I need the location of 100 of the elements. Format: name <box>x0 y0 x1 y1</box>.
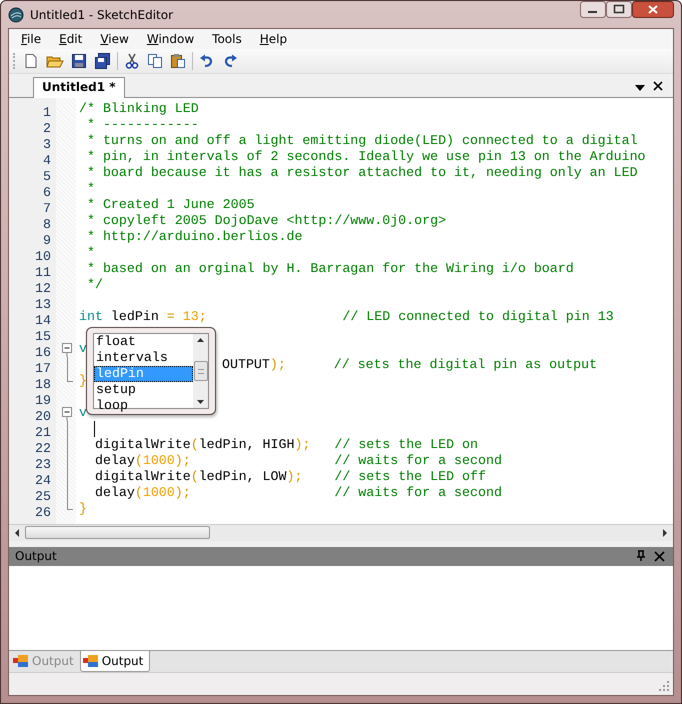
redo-icon[interactable] <box>222 52 238 69</box>
scrollbar[interactable] <box>193 334 208 408</box>
menu-item[interactable]: Edit <box>51 32 90 46</box>
line-number: 20 <box>35 408 51 424</box>
line-number: 2 <box>43 120 51 136</box>
menu-item[interactable]: Tools <box>204 32 250 46</box>
code-token: * ------------ <box>86 116 199 132</box>
line-number: 15 <box>35 328 51 344</box>
undo-icon[interactable] <box>199 52 215 69</box>
code-token: // sets the LED off <box>333 468 486 484</box>
line-number: 24 <box>35 472 51 488</box>
line-number: 4 <box>43 152 51 168</box>
line-number: 17 <box>35 360 51 376</box>
code-token: ); <box>174 484 191 500</box>
line-number: 11 <box>35 264 51 280</box>
minimize-button[interactable] <box>580 1 606 18</box>
code-token: ledPin, LOW <box>198 468 286 484</box>
code-token: ); <box>174 452 191 468</box>
code-token: * copyleft 2005 DojoDave <http://www.0j0.org> <box>86 212 446 228</box>
code-token: * Created 1 June 2005 <box>86 196 255 212</box>
code-token: } <box>79 372 87 388</box>
menu-item[interactable]: Help <box>252 32 296 46</box>
code-token: 1000 <box>142 452 175 468</box>
code-token: * pin, in intervals of 2 seconds. Ideally we use pin 13 on the Arduino <box>86 148 646 164</box>
code-token: ledPin, HIGH <box>198 436 294 452</box>
line-number: 22 <box>35 440 51 456</box>
line-number: 16 <box>35 344 51 360</box>
code-token: // sets the LED on <box>333 436 478 452</box>
code-token: * http://arduino.berlios.de <box>86 228 302 244</box>
code-token: v <box>79 340 87 356</box>
scroll-down-icon[interactable] <box>197 400 204 404</box>
code-token: int <box>79 308 103 324</box>
code-token: ; <box>198 308 207 324</box>
code-token: ( <box>190 436 199 452</box>
code-token: ); <box>286 468 302 484</box>
line-number: 26 <box>35 504 51 520</box>
code-token: ); <box>270 356 286 372</box>
cut-icon[interactable] <box>124 52 140 69</box>
code-token: * based on an orginal by H. Barragan for the Wiring i/o board <box>86 260 574 276</box>
line-number: 8 <box>43 216 51 232</box>
code-token: * turns on and off a light emitting diode(LED) connected to a digital <box>86 132 638 148</box>
save-icon[interactable] <box>71 52 87 69</box>
paste-icon[interactable] <box>170 52 186 69</box>
menu-item[interactable]: View <box>92 32 137 46</box>
dropdown-icon[interactable] <box>635 84 645 91</box>
completion-item[interactable]: loop <box>94 398 193 414</box>
code-token: = <box>166 308 175 324</box>
code-token: delay <box>94 452 135 468</box>
completion-item[interactable]: intervals <box>94 350 193 366</box>
line-number: 21 <box>35 424 51 440</box>
scroll-left-icon[interactable] <box>15 528 19 537</box>
code-token: delay <box>94 484 135 500</box>
scroll-right-icon[interactable] <box>663 528 667 537</box>
copy-icon[interactable] <box>147 52 163 69</box>
line-number: 13 <box>35 296 51 312</box>
scroll-up-icon[interactable] <box>197 338 204 342</box>
code-token: digitalWrite <box>94 436 191 452</box>
code-token: ); <box>294 436 310 452</box>
code-token: OUTPUT <box>222 356 270 372</box>
window-title: Untitled1 - SketchEditor <box>30 8 174 22</box>
close-button[interactable] <box>632 1 674 18</box>
completion-item[interactable]: float <box>94 334 193 350</box>
panel-icon <box>82 654 99 668</box>
line-number: 6 <box>43 184 51 200</box>
document-tab[interactable]: Untitled1 * <box>33 76 125 98</box>
collapse-icon[interactable] <box>62 340 73 357</box>
maximize-button[interactable] <box>606 1 632 18</box>
code-token: 13 <box>182 308 199 324</box>
collapse-icon[interactable] <box>62 404 73 421</box>
code-token: ( <box>134 452 143 468</box>
code-token: } <box>79 500 87 516</box>
line-number: 1 <box>43 104 51 120</box>
code-token: // waits for a second <box>333 484 502 500</box>
code-token: * <box>86 180 95 196</box>
app-icon <box>8 6 24 22</box>
panel-icon <box>13 654 29 668</box>
line-number: 19 <box>35 392 51 408</box>
line-number: 3 <box>43 136 51 152</box>
line-number: 9 <box>43 232 51 248</box>
line-number: 23 <box>35 456 51 472</box>
menu-item[interactable]: File <box>13 32 50 46</box>
code-token: v <box>79 404 87 420</box>
code-token: digitalWrite <box>94 468 191 484</box>
code-token: // waits for a second <box>333 452 502 468</box>
menu-item[interactable]: Window <box>138 32 202 46</box>
completion-item[interactable]: setup <box>94 382 193 398</box>
line-number: 14 <box>35 312 51 328</box>
scroll-thumb[interactable] <box>194 360 208 381</box>
save-all-icon[interactable] <box>94 52 111 69</box>
output-tab[interactable]: Output <box>80 651 150 672</box>
code-token: ledPin <box>110 308 160 324</box>
resize-grip-icon[interactable] <box>659 681 670 692</box>
line-number: 5 <box>43 168 51 184</box>
code-token: ( <box>190 468 199 484</box>
close-icon[interactable] <box>653 80 663 91</box>
code-token: /* Blinking LED <box>79 100 199 116</box>
pin-icon[interactable] <box>636 550 646 562</box>
line-number: 18 <box>35 376 51 392</box>
horizontal-scrollbar[interactable] <box>9 524 673 541</box>
new-file-icon[interactable] <box>23 52 39 69</box>
